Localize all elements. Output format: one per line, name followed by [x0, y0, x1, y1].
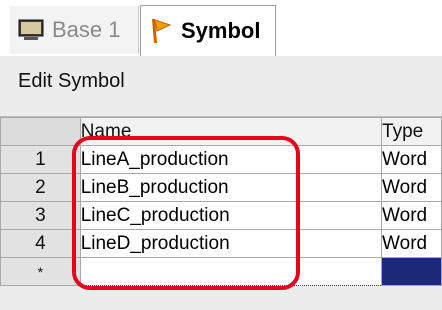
tab-symbol[interactable]: Symbol [140, 5, 276, 56]
header-row: Name Type [0, 117, 442, 146]
new-name-cell[interactable] [79, 257, 383, 286]
monitor-icon [18, 19, 44, 40]
name-cell[interactable]: LineC_production [79, 201, 383, 230]
column-header-name[interactable]: Name [79, 117, 383, 146]
new-row[interactable]: * [0, 257, 442, 286]
row-number[interactable]: 4 [0, 229, 81, 258]
type-cell[interactable]: Word [381, 229, 442, 258]
type-cell[interactable]: Word [381, 201, 442, 230]
row-number[interactable]: 2 [0, 173, 81, 202]
type-cell[interactable]: Word [381, 145, 442, 174]
tab-label: Base 1 [52, 17, 121, 42]
name-cell[interactable]: LineB_production [79, 173, 383, 202]
name-cell[interactable]: LineD_production [79, 229, 383, 258]
row-number[interactable]: 3 [0, 201, 81, 230]
panel-title: Edit Symbol [18, 70, 125, 92]
table-row[interactable]: 3 LineC_production Word [0, 201, 442, 230]
name-cell[interactable]: LineA_production [79, 145, 383, 174]
table-row[interactable]: 1 LineA_production Word [0, 145, 442, 174]
table-row[interactable]: 4 LineD_production Word [0, 229, 442, 258]
new-row-marker[interactable]: * [0, 257, 81, 286]
new-type-cell[interactable] [381, 257, 442, 286]
symbol-icon [152, 19, 172, 43]
tab-base-1[interactable]: Base 1 [10, 6, 139, 54]
row-number[interactable]: 1 [0, 145, 81, 174]
type-cell[interactable]: Word [381, 173, 442, 202]
tab-bar: Base 1 Symbol [0, 0, 442, 57]
corner-header[interactable] [0, 117, 81, 146]
table-row[interactable]: 2 LineB_production Word [0, 173, 442, 202]
column-header-type[interactable]: Type [381, 117, 442, 146]
symbol-grid: Name Type 1 LineA_production Word 2 Line… [0, 117, 442, 310]
panel-header: Edit Symbol [0, 56, 442, 117]
symbol-table: Name Type 1 LineA_production Word 2 Line… [0, 117, 442, 286]
tab-label: Symbol [181, 18, 261, 43]
app-window: Base 1 Symbol Edit Symbol Name Type 1 Li… [0, 0, 442, 310]
